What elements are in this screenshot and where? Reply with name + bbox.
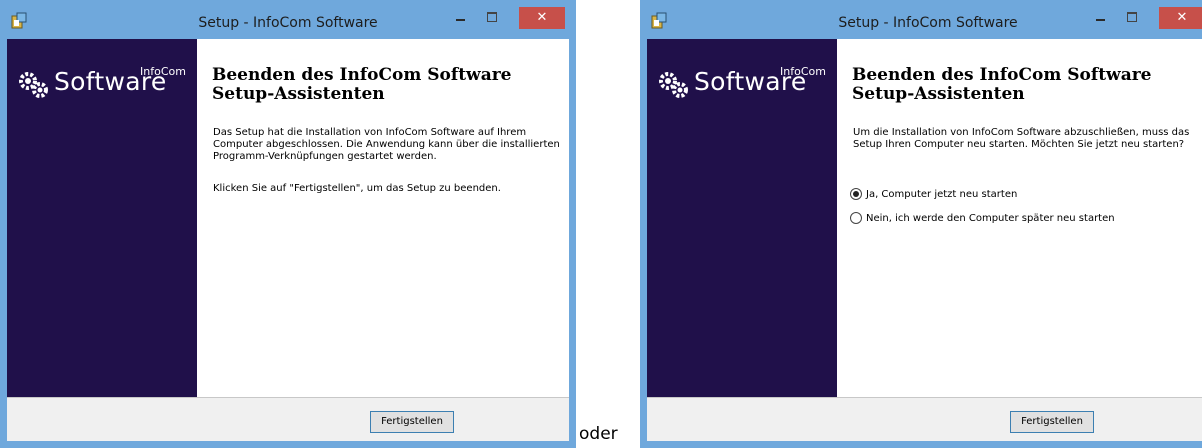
infocom-logo: Software InfoCom: [18, 65, 194, 105]
page-heading: Beenden des InfoCom Software Setup-Assis…: [212, 65, 512, 104]
minimize-button[interactable]: [1087, 7, 1113, 29]
close-icon: ✕: [1176, 10, 1188, 25]
title-bar[interactable]: Setup - InfoCom Software ✕: [7, 7, 569, 39]
restart-question-text: Um die Installation von InfoCom Software…: [853, 127, 1190, 150]
maximize-button[interactable]: [1119, 7, 1145, 29]
radio-button-checked[interactable]: [850, 188, 862, 200]
page-heading: Beenden des InfoCom Software Setup-Assis…: [852, 65, 1152, 104]
gears-icon: [19, 72, 48, 98]
gears-icon: [659, 72, 688, 98]
close-button[interactable]: ✕: [1159, 7, 1202, 29]
wizard-content: Beenden des InfoCom Software Setup-Assis…: [837, 39, 1202, 397]
completion-text: Das Setup hat die Installation von InfoC…: [213, 127, 560, 162]
finish-button[interactable]: Fertigstellen: [370, 411, 454, 433]
instruction-text: Klicken Sie auf "Fertigstellen", um das …: [213, 183, 501, 194]
radio-button-unchecked[interactable]: [850, 212, 862, 224]
radio-label[interactable]: Ja, Computer jetzt neu starten: [866, 188, 1017, 202]
wizard-content: Beenden des InfoCom Software Setup-Assis…: [197, 39, 569, 397]
setup-window-restart: Setup - InfoCom Software ✕ Software Info…: [640, 0, 1202, 448]
radio-label[interactable]: Nein, ich werde den Computer später neu …: [866, 212, 1115, 226]
finish-button[interactable]: Fertigstellen: [1010, 411, 1094, 433]
footer-divider: [647, 397, 1202, 398]
wizard-sidebar: Software InfoCom: [647, 39, 837, 397]
minimize-button[interactable]: [447, 7, 473, 29]
close-icon: ✕: [536, 10, 548, 25]
close-button[interactable]: ✕: [519, 7, 565, 29]
wizard-sidebar: Software InfoCom: [7, 39, 197, 397]
logo-infocom-text: InfoCom: [780, 65, 826, 78]
separator-text: oder: [579, 424, 618, 444]
maximize-button[interactable]: [479, 7, 505, 29]
footer-divider: [7, 397, 569, 398]
wizard-client-area: Software InfoCom Beenden des InfoCom Sof…: [7, 39, 569, 441]
setup-window-finished: Setup - InfoCom Software ✕ Software Info…: [0, 0, 576, 448]
wizard-client-area: Software InfoCom Beenden des InfoCom Sof…: [647, 39, 1202, 441]
title-bar[interactable]: Setup - InfoCom Software ✕: [647, 7, 1202, 39]
infocom-logo: Software InfoCom: [658, 65, 834, 105]
logo-infocom-text: InfoCom: [140, 65, 186, 78]
